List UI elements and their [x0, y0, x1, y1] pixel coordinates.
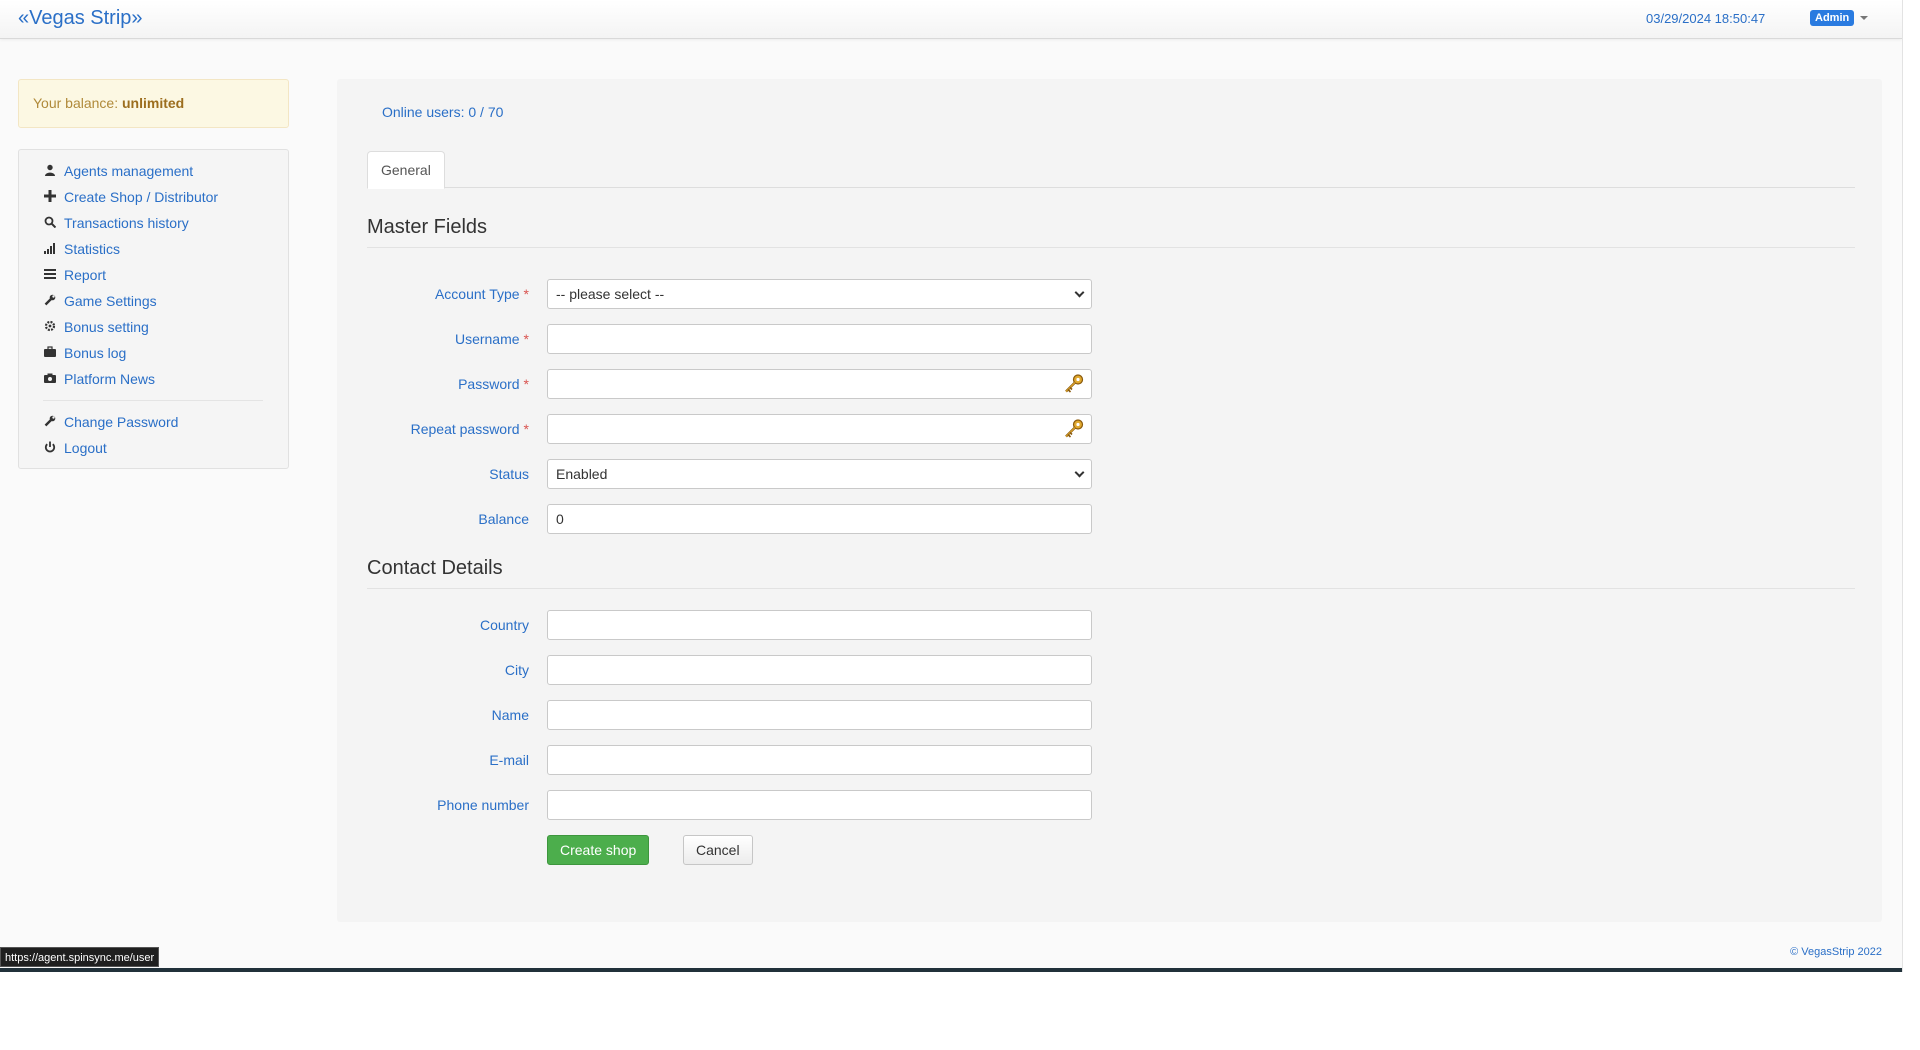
- username-row: Username *: [367, 324, 1097, 354]
- contact-details-heading: Contact Details: [367, 557, 503, 579]
- sidebar-item-label[interactable]: Game Settings: [64, 293, 157, 309]
- sidebar-item-label[interactable]: Statistics: [64, 241, 120, 257]
- sidebar-item-label[interactable]: Transactions history: [64, 215, 189, 231]
- main-panel: Online users: 0 / 70 General Master Fiel…: [337, 79, 1882, 922]
- power-icon: [43, 441, 57, 456]
- status-row: Status Enabled: [367, 459, 1097, 489]
- city-input[interactable]: [547, 655, 1092, 685]
- account-type-label: Account Type *: [434, 286, 529, 302]
- server-datetime: 03/29/2024 18:50:47: [1646, 11, 1766, 26]
- tab-bar: General: [367, 151, 1855, 189]
- menu-divider: [43, 400, 263, 401]
- gear-icon: [43, 320, 57, 335]
- sidebar-item-game-settings[interactable]: Game Settings: [43, 288, 288, 314]
- user-icon: [43, 164, 57, 179]
- name-input[interactable]: [547, 700, 1092, 730]
- brand-link[interactable]: «Vegas Strip»: [18, 7, 143, 30]
- phone-row: Phone number: [367, 790, 1097, 820]
- caret-down-icon[interactable]: [1860, 16, 1869, 20]
- signal-icon: [43, 242, 57, 257]
- camera-icon: [43, 372, 57, 387]
- sidebar-item-label[interactable]: Platform News: [64, 371, 155, 387]
- create-shop-button[interactable]: Create shop: [547, 835, 650, 865]
- section-divider: [367, 588, 1855, 589]
- city-label: City: [504, 662, 529, 678]
- key-icon[interactable]: [1063, 373, 1085, 395]
- sidebar-menu: Agents management Create Shop / Distribu…: [18, 149, 289, 469]
- vertical-scrollbar[interactable]: [1902, 0, 1920, 972]
- briefcase-icon: [43, 345, 57, 361]
- username-label: Username *: [454, 331, 529, 347]
- email-input[interactable]: [547, 745, 1092, 775]
- balance-row: Balance 0: [367, 504, 1097, 534]
- balance-input[interactable]: 0: [547, 504, 1092, 534]
- section-divider: [367, 247, 1855, 248]
- password-row: Password *: [367, 369, 1097, 399]
- sidebar-item-label[interactable]: Change Password: [64, 414, 178, 430]
- status-label: Status: [489, 466, 529, 482]
- plus-icon: [43, 189, 57, 205]
- sidebar-item-label[interactable]: Report: [64, 267, 106, 283]
- sidebar-item-label[interactable]: Bonus log: [64, 345, 126, 361]
- country-label: Country: [479, 617, 529, 633]
- sidebar-item-label[interactable]: Logout: [64, 440, 107, 456]
- sidebar-item-bonus-setting[interactable]: Bonus setting: [43, 314, 288, 340]
- repeat-password-row: Repeat password *: [367, 414, 1097, 444]
- email-row: E-mail: [367, 745, 1097, 775]
- sidebar-item-statistics[interactable]: Statistics: [43, 236, 288, 262]
- browser-status-url: https://agent.spinsync.me/user: [0, 947, 160, 967]
- copyright: © VegasStrip 2022: [1790, 946, 1882, 958]
- sidebar-item-platform-news[interactable]: Platform News: [43, 366, 288, 392]
- wrench-icon: [43, 294, 57, 309]
- country-input[interactable]: [547, 610, 1092, 640]
- repeat-password-label: Repeat password *: [410, 421, 529, 437]
- search-icon: [43, 216, 57, 231]
- password-input[interactable]: [547, 369, 1092, 399]
- sidebar-item-create-shop[interactable]: Create Shop / Distributor: [43, 184, 288, 210]
- city-row: City: [367, 655, 1097, 685]
- list-icon: [43, 268, 57, 283]
- balance-field-label: Balance: [478, 511, 529, 527]
- cancel-button[interactable]: Cancel: [683, 835, 753, 865]
- user-menu[interactable]: Admin: [1810, 10, 1869, 26]
- online-users: Online users: 0 / 70: [382, 104, 504, 120]
- tab-general[interactable]: General: [367, 151, 445, 189]
- phone-input[interactable]: [547, 790, 1092, 820]
- form-actions: Create shop Cancel: [367, 835, 1097, 865]
- phone-label: Phone number: [437, 797, 529, 813]
- balance-value: unlimited: [122, 95, 185, 111]
- sidebar-item-bonus-log[interactable]: Bonus log: [43, 340, 288, 366]
- page: «Vegas Strip» 03/29/2024 18:50:47 Admin …: [0, 0, 1902, 972]
- sidebar-item-change-password[interactable]: Change Password: [43, 409, 288, 435]
- master-fields-heading: Master Fields: [367, 216, 488, 238]
- sidebar-item-report[interactable]: Report: [43, 262, 288, 288]
- chevron-down-icon: [1074, 287, 1085, 298]
- name-row: Name: [367, 700, 1097, 730]
- top-navbar: «Vegas Strip» 03/29/2024 18:50:47 Admin: [0, 0, 1902, 39]
- sidebar-item-label[interactable]: Agents management: [64, 163, 193, 179]
- username-input[interactable]: [547, 324, 1092, 354]
- sidebar-item-label[interactable]: Create Shop / Distributor: [64, 189, 218, 205]
- status-value: Enabled: [556, 466, 608, 482]
- account-type-value: -- please select --: [556, 286, 665, 302]
- chevron-down-icon: [1074, 467, 1085, 478]
- wrench-icon: [43, 415, 57, 430]
- name-label: Name: [491, 707, 529, 723]
- sidebar-item-logout[interactable]: Logout: [43, 435, 288, 461]
- key-icon[interactable]: [1063, 418, 1085, 440]
- password-label: Password *: [458, 376, 529, 392]
- balance-label: Your balance:: [33, 95, 119, 111]
- account-type-select[interactable]: -- please select --: [547, 279, 1092, 309]
- bottom-bar: [0, 968, 1902, 972]
- account-type-row: Account Type * -- please select --: [367, 279, 1097, 309]
- user-badge[interactable]: Admin: [1810, 10, 1855, 26]
- sidebar-item-agents-management[interactable]: Agents management: [43, 158, 288, 184]
- country-row: Country: [367, 610, 1097, 640]
- balance-alert: Your balance: unlimited: [18, 79, 289, 128]
- sidebar-item-label[interactable]: Bonus setting: [64, 319, 149, 335]
- email-label: E-mail: [489, 752, 529, 768]
- repeat-password-input[interactable]: [547, 414, 1092, 444]
- sidebar-item-transactions-history[interactable]: Transactions history: [43, 210, 288, 236]
- status-select[interactable]: Enabled: [547, 459, 1092, 489]
